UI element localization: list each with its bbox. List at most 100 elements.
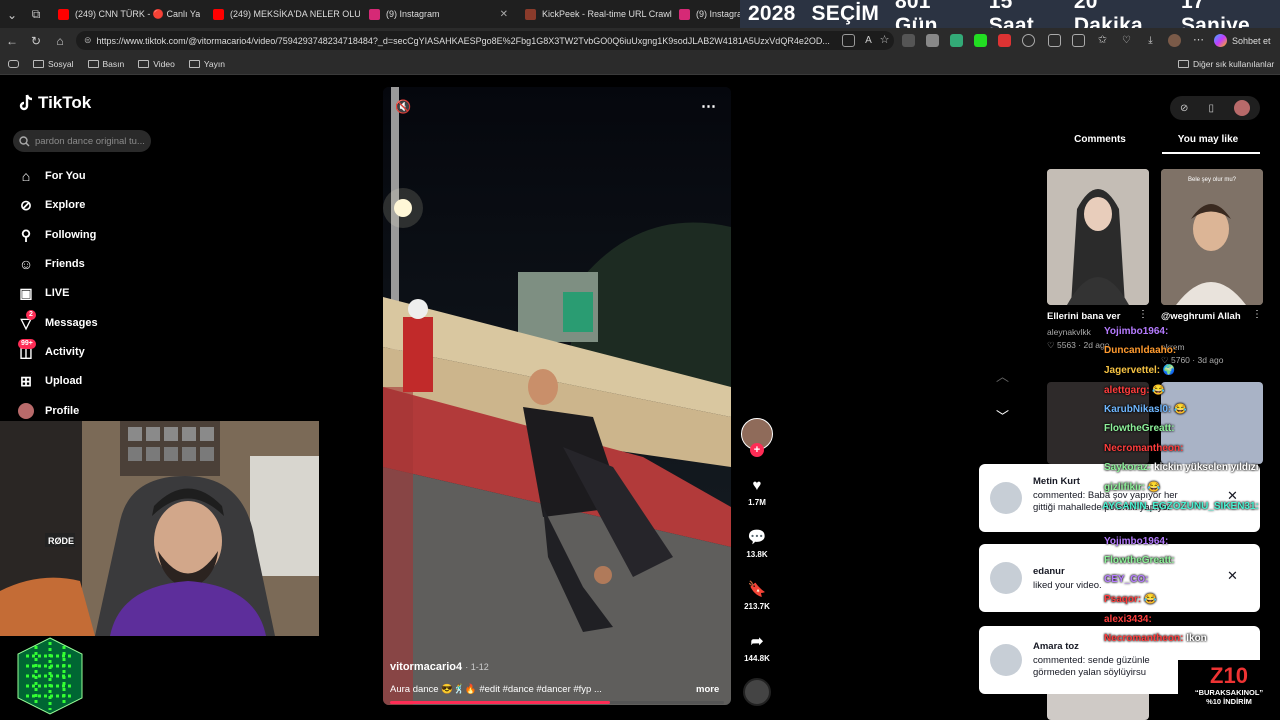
- card-more-icon[interactable]: ⋮: [1252, 309, 1262, 320]
- search-input[interactable]: pardon dance original tu...: [13, 130, 151, 152]
- tab-you-may-like[interactable]: You may like: [1154, 134, 1262, 145]
- tab-actions-icon[interactable]: ⧉: [24, 2, 48, 27]
- author-name[interactable]: vitormacario4: [390, 661, 462, 673]
- bookmark-label: Video: [153, 58, 175, 69]
- copilot-chat-button[interactable]: Sohbet et: [1214, 32, 1271, 49]
- extension-icon[interactable]: [950, 34, 963, 47]
- nav-item-friends[interactable]: ☺ Friends: [18, 256, 85, 272]
- browser-tab[interactable]: (9) Instagram ✕: [361, 2, 516, 26]
- chat-username: Necromantheon:: [1104, 443, 1184, 454]
- extension-icon[interactable]: [998, 34, 1011, 47]
- card-title[interactable]: @weghrumi Allah: [1161, 311, 1241, 322]
- bookmark-folder[interactable]: Sosyal: [33, 59, 74, 69]
- nav-item-activity[interactable]: ◫ 99+ Activity: [18, 339, 85, 360]
- more-menu-icon[interactable]: ⋯: [1192, 34, 1205, 47]
- tab-comments[interactable]: Comments: [1046, 134, 1154, 145]
- tiktok-logo[interactable]: TikTok: [18, 93, 91, 113]
- recommended-video-card[interactable]: [1047, 690, 1149, 720]
- chat-message: Yojimbo1964:: [1104, 326, 1168, 337]
- split-screen-icon[interactable]: [1048, 34, 1061, 47]
- next-video-chevron-down-icon[interactable]: ﹀: [996, 406, 1009, 425]
- chat-username: FlowtheGreatt:: [1104, 555, 1175, 566]
- read-aloud-icon[interactable]: A: [862, 34, 875, 47]
- browser-tab[interactable]: KickPeek - Real-time URL Crawler✕: [517, 2, 672, 26]
- tab-label: (9) Instagram: [696, 9, 741, 19]
- coin-icon[interactable]: ⊘: [1180, 103, 1188, 114]
- card-title[interactable]: Ellerini bana ver: [1047, 311, 1120, 322]
- nav-item-profile[interactable]: Profile: [18, 403, 79, 419]
- extension-icon[interactable]: [926, 34, 939, 47]
- nav-item-messages[interactable]: ▽ 2 Messages: [18, 310, 98, 331]
- extensions-puzzle-icon[interactable]: [1022, 34, 1035, 47]
- video-frame: [383, 87, 731, 705]
- bookmark-folder[interactable]: Basın: [87, 59, 124, 69]
- site-info-icon[interactable]: ⊜: [84, 35, 92, 46]
- url-text: https://www.tiktok.com/@vitormacario4/vi…: [96, 35, 830, 46]
- save-button[interactable]: 🔖 213.7K: [741, 576, 773, 611]
- chat-text: 😂: [1147, 482, 1161, 493]
- share-count: 144.8K: [744, 654, 770, 663]
- back-icon[interactable]: ←: [0, 28, 24, 53]
- notification-user: edanur: [1033, 566, 1065, 577]
- extension-icon[interactable]: [974, 34, 987, 47]
- nav-item-following[interactable]: ⚲ Following: [18, 227, 96, 243]
- tab-menu-chevron-icon[interactable]: ⌄: [0, 2, 24, 27]
- extension-icon[interactable]: [842, 34, 855, 47]
- nav-label: For You: [45, 170, 86, 182]
- mute-icon[interactable]: 🔇: [395, 99, 411, 115]
- collections-star-icon[interactable]: ✩: [1096, 34, 1109, 47]
- heart-outline-icon: ♡: [1047, 340, 1057, 350]
- downloads-icon[interactable]: ⤓: [1144, 34, 1157, 47]
- sound-disc-avatar[interactable]: [743, 678, 771, 706]
- card-more-icon[interactable]: ⋮: [1138, 309, 1148, 320]
- favorites-icon[interactable]: [1072, 34, 1085, 47]
- more-options-icon[interactable]: ⋯: [701, 97, 716, 115]
- favorite-star-icon[interactable]: ☆: [878, 34, 891, 47]
- recommended-video-card[interactable]: Bele şey olur mu?: [1161, 169, 1263, 305]
- follow-plus-icon[interactable]: +: [750, 443, 764, 457]
- qr-pattern-decoration: [16, 636, 84, 716]
- browser-tab[interactable]: (9) Instagram: [671, 2, 741, 26]
- share-button[interactable]: ➦ 144.8K: [741, 628, 773, 663]
- tab-label: KickPeek - Real-time URL Crawler: [542, 9, 672, 19]
- recommended-video-card[interactable]: [1047, 169, 1149, 305]
- device-icon[interactable]: ▯: [1208, 103, 1214, 114]
- nav-label: Explore: [45, 199, 86, 211]
- comment-button[interactable]: 💬 13.8K: [741, 524, 773, 559]
- folder-icon: [87, 59, 99, 68]
- browser-tab[interactable]: (249) MEKSİKA'DA NELER OLUYO✕: [205, 2, 360, 26]
- reading-list-icon[interactable]: [8, 59, 19, 68]
- bookmark-folder[interactable]: Video: [138, 59, 175, 69]
- caption-more-button[interactable]: more: [696, 684, 719, 695]
- home-icon[interactable]: ⌂: [48, 28, 72, 53]
- progress-bar[interactable]: [390, 701, 611, 704]
- user-avatar[interactable]: [1233, 100, 1250, 116]
- nav-item-for-you[interactable]: ⌂ For You: [18, 168, 86, 184]
- nav-item-live[interactable]: ▣ LIVE: [18, 285, 69, 301]
- chat-message: Saykoraz: kickin yükselen yıldızı: [1104, 462, 1259, 473]
- activity-badge: 99+: [18, 339, 36, 349]
- extension-icon[interactable]: [902, 34, 915, 47]
- chat-username: Duncanldaaho:: [1104, 345, 1177, 356]
- other-bookmarks[interactable]: Diğer sık kullanılanlar: [1178, 59, 1274, 69]
- bookmarks-bar: Sosyal Basın Video Yayın Diğer sık kulla…: [0, 53, 1280, 75]
- bookmark-folder[interactable]: Yayın: [188, 59, 225, 69]
- card-username[interactable]: aleynakvlkk: [1047, 327, 1091, 337]
- chat-username: Saykoraz:: [1104, 462, 1152, 473]
- countdown-year: 2028: [748, 2, 796, 25]
- url-field[interactable]: ⊜ https://www.tiktok.com/@vitormacario4/v…: [76, 31, 894, 50]
- video-player[interactable]: 🔇 ⋯: [383, 87, 731, 705]
- like-button[interactable]: ♥ 1.7M: [741, 472, 773, 508]
- reload-icon[interactable]: ↻: [24, 28, 48, 53]
- video-author[interactable]: vitormacario4 · 1-12: [390, 661, 489, 673]
- browser-essentials-icon[interactable]: ♡: [1120, 34, 1133, 47]
- bookmark-label: Diğer sık kullanılanlar: [1193, 58, 1275, 69]
- browser-tab[interactable]: (249) CNN TÜRK - 🔴 Canlı Yayın✕: [50, 2, 200, 26]
- tiktok-note-icon: [19, 94, 33, 111]
- profile-avatar[interactable]: [1168, 34, 1181, 47]
- previous-video-chevron-up-icon[interactable]: ︿: [996, 366, 1009, 385]
- nav-item-explore[interactable]: ⊘ Explore: [18, 197, 85, 213]
- nav-item-upload[interactable]: ⊞ Upload: [18, 373, 82, 389]
- chat-message: Necromantheon:: [1104, 443, 1183, 454]
- close-tab-icon[interactable]: ✕: [500, 9, 508, 20]
